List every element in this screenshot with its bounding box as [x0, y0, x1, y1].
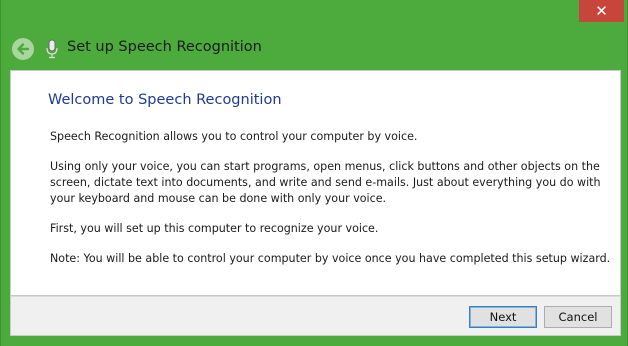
back-arrow-icon: [17, 43, 30, 55]
wizard-title: Set up Speech Recognition: [67, 39, 262, 55]
description-paragraph: Using only your voice, you can start pro…: [50, 160, 601, 205]
back-button[interactable]: [12, 38, 34, 60]
title-bar[interactable]: ✕: [1, 0, 628, 28]
wizard-header: Set up Speech Recognition: [1, 34, 628, 64]
microphone-icon: [46, 39, 58, 59]
button-bar: Next Cancel: [10, 296, 621, 336]
content-panel: Welcome to Speech Recognition Speech Rec…: [10, 70, 621, 296]
setup-wizard-window: ✕ Set up Speech Recognition Welcome to S…: [0, 0, 628, 346]
first-step-paragraph: First, you will set up this computer to …: [50, 222, 379, 235]
page-heading: Welcome to Speech Recognition: [48, 92, 282, 108]
cancel-button[interactable]: Cancel: [544, 306, 612, 328]
close-button[interactable]: ✕: [579, 0, 624, 22]
next-button[interactable]: Next: [469, 306, 537, 328]
intro-paragraph: Speech Recognition allows you to control…: [50, 130, 418, 143]
note-paragraph: Note: You will be able to control your c…: [50, 252, 611, 265]
close-icon: ✕: [595, 2, 608, 20]
